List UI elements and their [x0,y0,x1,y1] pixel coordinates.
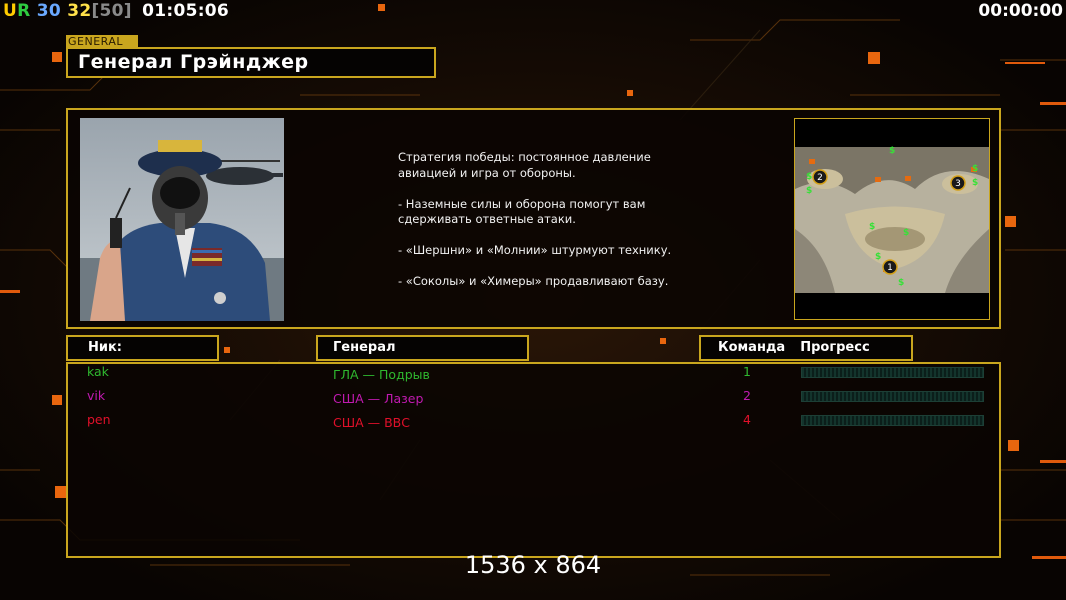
player-general: ГЛА — Подрыв [333,367,430,382]
countdown-timer: 00:00:00 [978,1,1063,21]
start-marker-2-label: 2 [817,173,823,183]
player-general: США — Лазер [333,391,424,406]
stat-value-3: [50] [91,1,132,21]
stat-value-2: 32 [67,1,92,21]
supply-dollar-icon: $ [889,146,895,156]
hud-stats: UR 30 32[50] 01:05:06 [3,1,229,21]
ur-label: UR [3,1,31,21]
general-name: Генерал Грэйнджер [66,47,436,78]
game-clock: 01:05:06 [142,1,230,21]
supply-dollar-icon: $ [903,228,909,238]
resolution-label: 1536 x 864 [464,551,602,579]
player-nick: vik [87,388,106,403]
supply-dollar-icon: $ [806,186,812,196]
map-terrain: $ $ $ $ $ $ $ $ $ 1 2 3 [795,119,989,319]
player-team: 4 [743,412,751,427]
general-description: Стратегия победы: постоянное давление ав… [398,150,672,288]
supply-dollar-icon: $ [972,178,978,188]
supply-dollar-icon: $ [898,278,904,288]
player-team: 2 [743,388,751,403]
start-marker-1-label: 1 [887,263,893,273]
player-progress-bar [801,367,984,378]
player-team: 1 [743,364,751,379]
general-portrait [80,118,284,321]
map-preview[interactable]: $ $ $ $ $ $ $ $ $ 1 2 3 [794,118,990,320]
start-marker-3-label: 3 [955,179,961,189]
player-general: США — ВВС [333,415,410,430]
stat-value-1: 30 [36,1,61,21]
player-progress-bar [801,415,984,426]
player-nick: pen [87,412,111,427]
header-team: Команда [718,340,786,355]
supply-dollar-icon: $ [869,222,875,232]
header-nick: Ник: [66,335,219,361]
header-general: Генерал [316,335,529,361]
supply-dollar-icon: $ [806,172,812,182]
header-progress: Прогресс [800,340,870,355]
supply-dollar-icon: $ [972,164,978,174]
header-team-progress: Команда Прогресс [699,335,913,361]
player-progress-bar [801,391,984,402]
supply-dollar-icon: $ [875,252,881,262]
player-nick: kak [87,364,109,379]
